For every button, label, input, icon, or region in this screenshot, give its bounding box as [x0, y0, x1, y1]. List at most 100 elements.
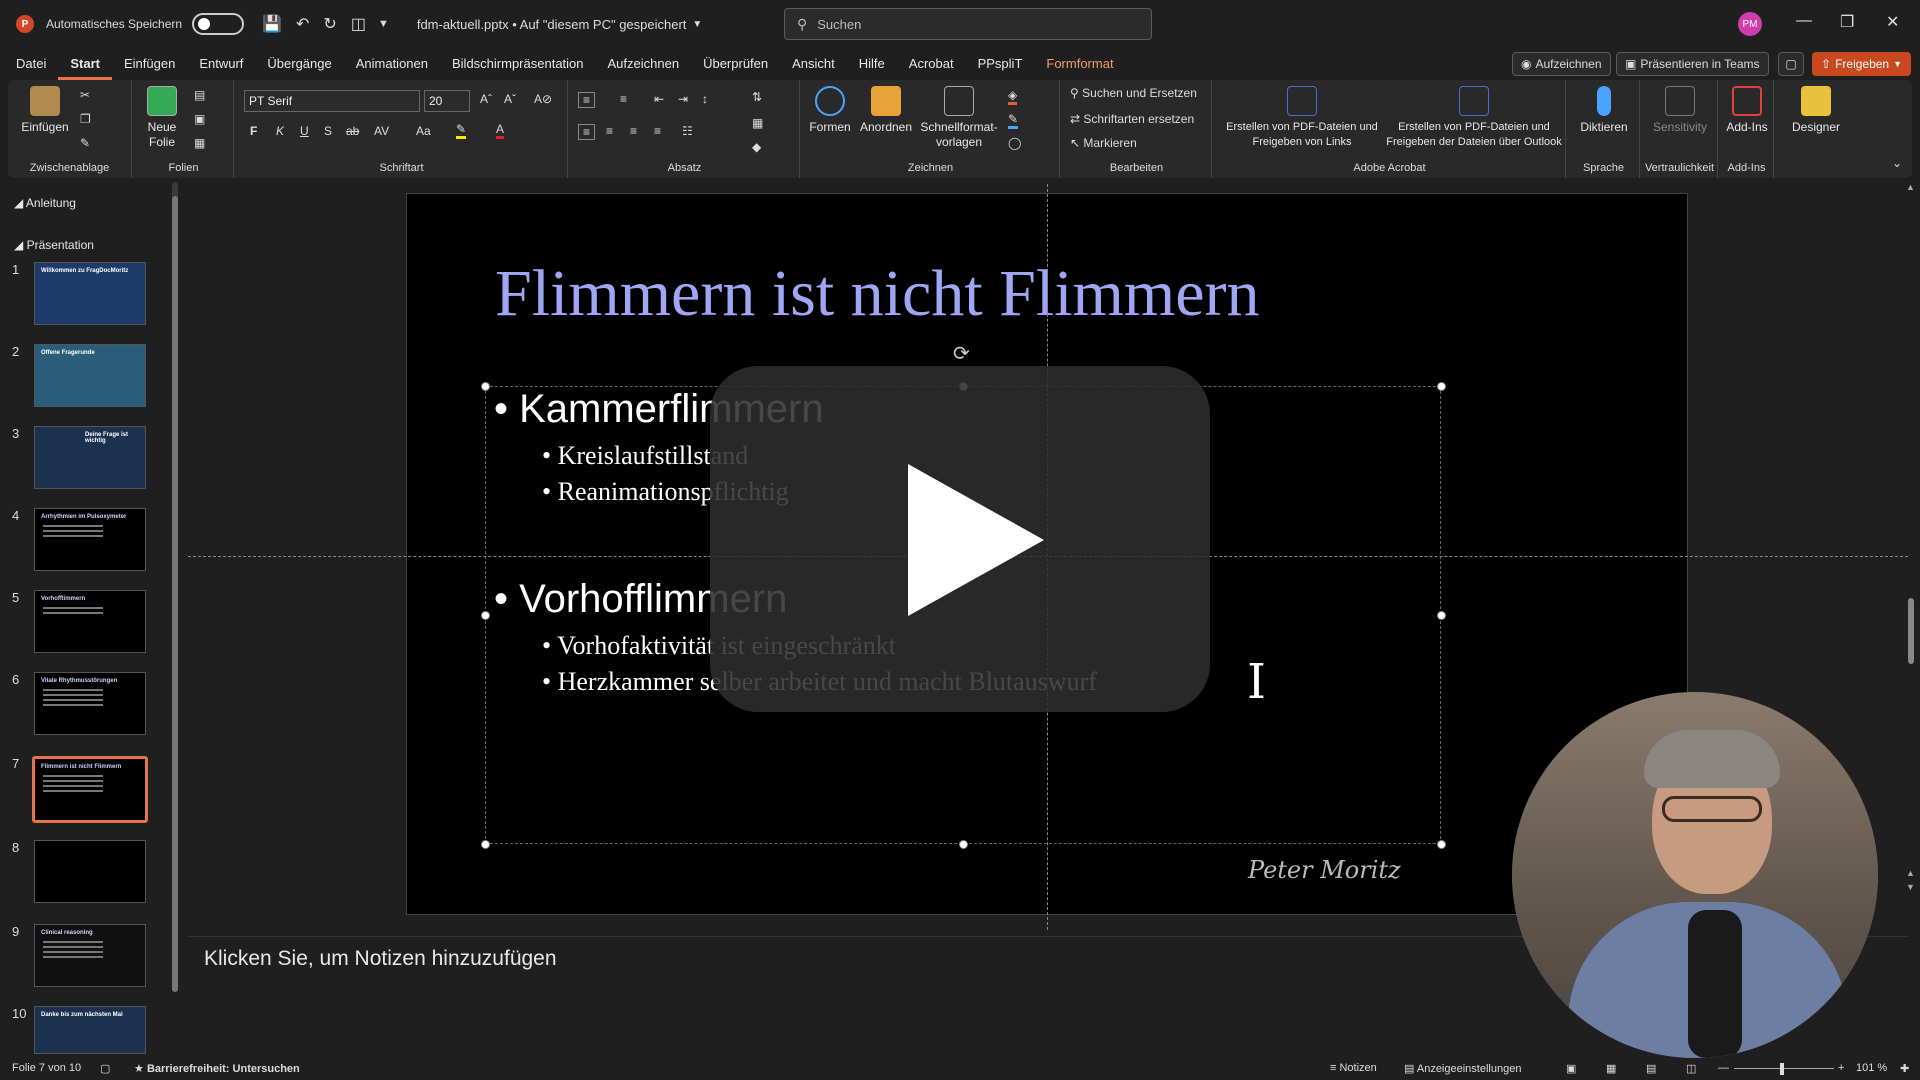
sensitivity-button[interactable]: Sensitivity: [1644, 86, 1716, 135]
new-slide-button[interactable]: Neue Folie: [140, 86, 184, 150]
find-replace-button[interactable]: ⚲ Suchen und Ersetzen: [1070, 86, 1197, 100]
spellcheck-icon[interactable]: ▢: [100, 1062, 110, 1075]
slide-thumbnail-6[interactable]: Vitale Rhythmusstörungen: [34, 672, 146, 735]
chevron-down-icon[interactable]: ▼: [692, 19, 702, 30]
zoom-slider-thumb[interactable]: [1780, 1063, 1784, 1075]
zoom-level[interactable]: 101 %: [1856, 1062, 1887, 1074]
font-size-select[interactable]: 20: [424, 90, 470, 112]
resize-handle[interactable]: [1437, 382, 1446, 391]
close-icon[interactable]: ✕: [1886, 12, 1899, 32]
line-spacing-icon[interactable]: ↕: [702, 92, 708, 106]
tab-ueberpruefen[interactable]: Überprüfen: [691, 48, 780, 80]
comments-button[interactable]: ▢: [1778, 52, 1804, 76]
format-painter-icon[interactable]: ✎: [80, 136, 90, 150]
video-play-overlay[interactable]: [710, 366, 1210, 712]
cut-icon[interactable]: ✂: [80, 88, 90, 102]
resize-handle[interactable]: [1437, 840, 1446, 849]
quickstyles-button[interactable]: Schnellformat-vorlagen: [918, 86, 1000, 150]
reset-icon[interactable]: ▣: [194, 112, 205, 126]
section-header-anleitung[interactable]: ◢ Anleitung: [14, 196, 76, 210]
slide-thumbnail-4[interactable]: Arrhythmien im Pulsoxymeter: [34, 508, 146, 571]
highlight-icon[interactable]: ✎: [456, 122, 467, 139]
next-slide-icon[interactable]: ▼: [1906, 882, 1915, 892]
save-icon[interactable]: 💾: [262, 14, 282, 34]
dictate-button[interactable]: Diktieren: [1572, 86, 1636, 135]
tab-einfuegen[interactable]: Einfügen: [112, 48, 187, 80]
canvas-scrollbar[interactable]: ▲ ▲ ▼: [1906, 182, 1916, 932]
scroll-up-icon[interactable]: ▲: [1906, 182, 1915, 192]
resize-handle[interactable]: [481, 611, 490, 620]
slide-thumbnail-10[interactable]: Danke bis zum nächsten Mal: [34, 1006, 146, 1054]
zoom-out-icon[interactable]: —: [1718, 1062, 1729, 1074]
slide-thumbnail-2[interactable]: Offene Fragerunde: [34, 344, 146, 407]
display-settings-button[interactable]: ▤ Anzeigeeinstellungen: [1404, 1062, 1521, 1075]
justify-icon[interactable]: ≡: [654, 124, 661, 138]
text-direction-icon[interactable]: ⇅: [752, 90, 762, 104]
file-name[interactable]: fdm-aktuell.pptx • Auf "diesem PC" gespe…: [417, 17, 687, 32]
maximize-icon[interactable]: ❐: [1840, 12, 1854, 32]
zoom-in-icon[interactable]: +: [1838, 1062, 1844, 1074]
layout-icon[interactable]: ▤: [194, 88, 205, 102]
autosave-toggle[interactable]: [192, 13, 245, 35]
thumbnail-scrollbar-thumb[interactable]: [172, 196, 178, 992]
tab-hilfe[interactable]: Hilfe: [847, 48, 897, 80]
tab-ppsplit[interactable]: PPspliT: [966, 48, 1035, 80]
tab-entwurf[interactable]: Entwurf: [187, 48, 255, 80]
tab-acrobat[interactable]: Acrobat: [897, 48, 966, 80]
paste-button[interactable]: Einfügen: [20, 86, 70, 135]
underline-button[interactable]: U: [300, 124, 309, 138]
smartart-icon[interactable]: ◆: [752, 140, 761, 154]
align-left-icon[interactable]: ≡: [578, 124, 596, 140]
record-button[interactable]: ◉ Aufzeichnen: [1512, 52, 1611, 76]
customize-qat-icon[interactable]: ▼: [378, 18, 389, 30]
slide-thumbnail-8[interactable]: [34, 840, 146, 903]
tab-bildschirmpraesentation[interactable]: Bildschirmpräsentation: [440, 48, 596, 80]
addins-button[interactable]: Add-Ins: [1724, 86, 1770, 135]
designer-button[interactable]: Designer: [1780, 86, 1852, 135]
bullets-icon[interactable]: ≡: [578, 92, 596, 108]
resize-handle[interactable]: [959, 840, 968, 849]
slide-thumbnail-5[interactable]: Vorhofflimmern: [34, 590, 146, 653]
char-spacing-button[interactable]: AV: [374, 124, 389, 138]
tab-uebergaenge[interactable]: Übergänge: [255, 48, 343, 80]
tab-aufzeichnen[interactable]: Aufzeichnen: [596, 48, 692, 80]
change-case-button[interactable]: Aa: [416, 124, 431, 138]
copy-icon[interactable]: ❐: [80, 112, 91, 126]
slide-thumbnail-7[interactable]: Flimmern ist nicht Flimmern: [32, 756, 148, 823]
outline-icon[interactable]: ✎: [1008, 112, 1019, 129]
prev-slide-icon[interactable]: ▲: [1906, 868, 1915, 878]
align-right-icon[interactable]: ≡: [630, 124, 637, 138]
redo-icon[interactable]: ↻: [323, 14, 336, 34]
align-center-icon[interactable]: ≡: [606, 124, 613, 138]
align-text-icon[interactable]: ▦: [752, 116, 763, 130]
bold-button[interactable]: F: [250, 124, 257, 138]
notes-toggle-button[interactable]: ≡ Notizen: [1330, 1062, 1377, 1074]
rotate-handle-icon[interactable]: ⟳: [953, 341, 970, 366]
resize-handle[interactable]: [481, 840, 490, 849]
fill-icon[interactable]: ◈: [1008, 88, 1018, 105]
decrease-indent-icon[interactable]: ⇤: [654, 92, 664, 106]
collapse-ribbon-icon[interactable]: ⌄: [1892, 156, 1902, 170]
shadow-button[interactable]: S: [324, 124, 332, 138]
slide-thumbnail-3[interactable]: Deine Frage ist wichtig: [34, 426, 146, 489]
search-input[interactable]: ⚲ Suchen: [784, 8, 1152, 40]
share-button[interactable]: ⇧ Freigeben ▼: [1812, 52, 1912, 76]
numbering-icon[interactable]: ≡: [620, 92, 627, 106]
italic-button[interactable]: K: [276, 124, 284, 138]
font-name-select[interactable]: PT Serif: [244, 90, 420, 112]
canvas-scrollbar-thumb[interactable]: [1908, 598, 1914, 664]
clear-format-icon[interactable]: A⊘: [534, 92, 552, 106]
present-teams-button[interactable]: ▣ Präsentieren in Teams: [1616, 52, 1769, 76]
present-icon[interactable]: ◫: [351, 14, 366, 34]
play-icon[interactable]: [908, 464, 1044, 616]
increase-indent-icon[interactable]: ⇥: [678, 92, 688, 106]
shapes-button[interactable]: Formen: [806, 86, 854, 135]
slide-thumbnail-1[interactable]: Willkommen zu FragDocMoritz: [34, 262, 146, 325]
section-icon[interactable]: ▦: [194, 136, 205, 150]
slideshow-view-icon[interactable]: ◫: [1686, 1062, 1696, 1075]
font-color-icon[interactable]: A: [496, 122, 505, 139]
slide-title[interactable]: Flimmern ist nicht Flimmern: [495, 256, 1259, 332]
effects-icon[interactable]: ◯: [1008, 136, 1021, 150]
reading-view-icon[interactable]: ▤: [1646, 1062, 1656, 1075]
undo-icon[interactable]: ↶: [296, 14, 309, 34]
